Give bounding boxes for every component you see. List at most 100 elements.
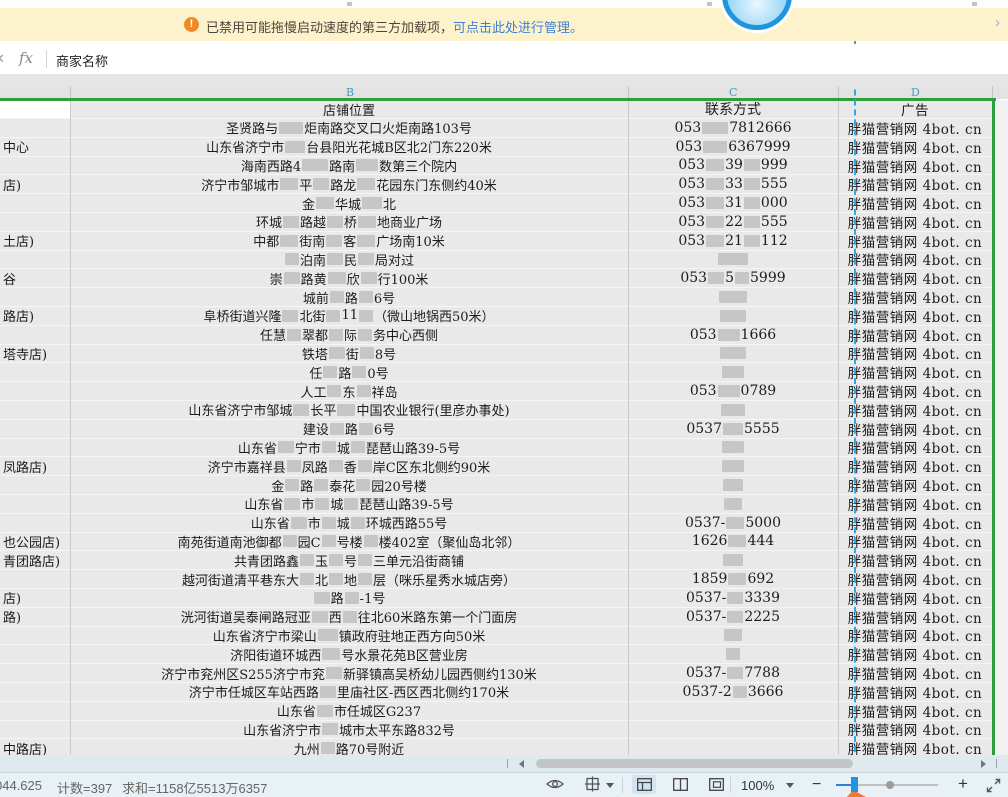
cell-ad[interactable]: 胖猫营销网 4bot. cn	[838, 175, 992, 193]
table-row[interactable]: 海南西路4路南数第三个院内05339999胖猫营销网 4bot. cn	[0, 157, 1008, 176]
cell-location[interactable]: 山东省济宁市邹城长平中国农业银行(里彦办事处)	[70, 401, 628, 419]
eye-icon[interactable]	[546, 776, 564, 795]
cell-ad[interactable]: 胖猫营销网 4bot. cn	[838, 251, 992, 269]
formula-bar[interactable]: ✕ fx 商家名称	[0, 44, 1008, 75]
table-row[interactable]: 山东省济宁市梁山镇政府驻地正西方向50米胖猫营销网 4bot. cn	[0, 627, 1008, 646]
cell-ad[interactable]: 胖猫营销网 4bot. cn	[838, 457, 992, 475]
cell-ad[interactable]: 胖猫营销网 4bot. cn	[838, 269, 992, 287]
chevron-down-icon[interactable]	[606, 783, 614, 788]
cell-ad[interactable]: 胖猫营销网 4bot. cn	[838, 345, 992, 363]
cell-contact[interactable]: 05321112	[628, 232, 838, 250]
cell-contact[interactable]: 0536367999	[628, 138, 838, 156]
cell-location[interactable]: 城前路6号	[70, 288, 628, 306]
table-row[interactable]: 中路店)九州路70号附近胖猫营销网 4bot. cn	[0, 739, 1008, 755]
scroll-left-arrow[interactable]	[519, 760, 524, 768]
cell-location[interactable]: 海南西路4路南数第三个院内	[70, 157, 628, 175]
cell-contact[interactable]	[628, 345, 838, 363]
cell-merchant-tail[interactable]	[0, 570, 70, 588]
table-row[interactable]: 城前路6号胖猫营销网 4bot. cn	[0, 288, 1008, 307]
table-row[interactable]: 金路泰花园20号楼 胖猫营销网 4bot. cn	[0, 476, 1008, 495]
cell-contact[interactable]: 05339999	[628, 157, 838, 175]
cell-merchant-tail[interactable]	[0, 476, 70, 494]
table-row[interactable]: 青团路店)共青团路鑫玉号三单元沿街商铺胖猫营销网 4bot. cn	[0, 551, 1008, 570]
cell-merchant-tail[interactable]: 店)	[0, 589, 70, 607]
cell-contact[interactable]: 1626444	[628, 533, 838, 551]
cell-location[interactable]: 人工东祥岛	[70, 382, 628, 400]
cell-contact[interactable]: 0537812666	[628, 119, 838, 137]
cell-merchant-tail[interactable]	[0, 514, 70, 532]
cell-merchant-tail[interactable]	[0, 683, 70, 701]
scroll-right-arrow[interactable]	[981, 760, 986, 768]
cell-contact[interactable]: 0537-2225	[628, 608, 838, 626]
cell-merchant-tail[interactable]: 塔寺店)	[0, 345, 70, 363]
table-row[interactable]: 路店)阜桥街道兴隆北街11（微山地锅西50米）胖猫营销网 4bot. cn	[0, 307, 1008, 326]
zoom-out-button[interactable]: −	[812, 776, 821, 794]
cell-contact-header[interactable]: 联系方式	[628, 100, 838, 118]
table-row[interactable]: 也公园店)南苑街道南池御都园C号楼楼402室（聚仙岛北邻）1626444胖猫营销…	[0, 533, 1008, 552]
spreadsheet-grid[interactable]: 店铺位置联系方式广告圣贤路与炬南路交叉口火炬南路103号0537812666胖猫…	[0, 100, 1008, 755]
cell-location[interactable]: 铁塔街8号	[70, 345, 628, 363]
page-break-view-button[interactable]	[704, 775, 728, 794]
table-row[interactable]: 泊南民局对过 胖猫营销网 4bot. cn	[0, 251, 1008, 270]
cell-merchant-tail[interactable]	[0, 251, 70, 269]
cell-ad[interactable]: 胖猫营销网 4bot. cn	[838, 157, 992, 175]
cell-location[interactable]: 山东省济宁市城市太平东路832号	[70, 721, 628, 739]
chevron-right-icon[interactable]: ›	[995, 14, 1000, 31]
cell-contact[interactable]: 05322555	[628, 213, 838, 231]
cell-merchant-tail[interactable]	[0, 401, 70, 419]
cell-merchant-tail[interactable]	[0, 119, 70, 137]
cell-merchant-tail[interactable]	[0, 157, 70, 175]
cell-contact[interactable]: 05331000	[628, 194, 838, 212]
cell-contact[interactable]: 05355999	[628, 269, 838, 287]
cell-location[interactable]: 山东省济宁市梁山镇政府驻地正西方向50米	[70, 627, 628, 645]
cancel-icon[interactable]: ✕	[0, 51, 5, 67]
cell-merchant-tail[interactable]	[0, 420, 70, 438]
cell-location[interactable]: 济阳街道环城西号水景花苑B区营业房	[70, 645, 628, 663]
cell-merchant-tail[interactable]: 路店)	[0, 307, 70, 325]
cell-contact[interactable]	[628, 401, 838, 419]
table-row[interactable]: 山东省济宁市城市太平东路832号胖猫营销网 4bot. cn	[0, 721, 1008, 740]
cell-location-header[interactable]: 店铺位置	[70, 100, 628, 118]
table-row[interactable]: 山东省宁市城琵琶山路39-5号胖猫营销网 4bot. cn	[0, 439, 1008, 458]
normal-view-button[interactable]	[632, 775, 656, 794]
table-row[interactable]: 店)路-1号0537-3339胖猫营销网 4bot. cn	[0, 589, 1008, 608]
cell-contact[interactable]: 0537-3339	[628, 589, 838, 607]
cell-contact[interactable]	[628, 721, 838, 739]
cell-merchant-tail[interactable]	[0, 288, 70, 306]
cell-location[interactable]: 南苑街道南池御都园C号楼楼402室（聚仙岛北邻）	[70, 533, 628, 551]
table-row[interactable]: 环城路越桥地商业广场05322555胖猫营销网 4bot. cn	[0, 213, 1008, 232]
zoom-in-button[interactable]: +	[958, 774, 968, 794]
cell-location[interactable]: 济宁市邹城市平路龙花园东门东侧约40米	[70, 175, 628, 193]
manage-addins-link[interactable]: 可点击此处进行管理。	[453, 20, 583, 35]
table-row[interactable]: 路)洸河街道吴泰闸路冠亚西往北60米路东第一个门面房0537-2225胖猫营销网…	[0, 608, 1008, 627]
zoom-slider-handle[interactable]	[851, 777, 858, 792]
cell-contact[interactable]: 0537-5000	[628, 514, 838, 532]
formula-input-value[interactable]: 商家名称	[56, 51, 108, 70]
cell-location[interactable]: 泊南民局对过	[70, 251, 628, 269]
cell-contact[interactable]: 05375555	[628, 420, 838, 438]
horizontal-scrollbar-strip[interactable]	[0, 755, 1008, 772]
cell-ad[interactable]: 胖猫营销网 4bot. cn	[838, 589, 992, 607]
table-row[interactable]: 山东省市任城区G237胖猫营销网 4bot. cn	[0, 702, 1008, 721]
cell-location[interactable]: 九州路70号附近	[70, 739, 628, 755]
table-row[interactable]: 土店)中都街南客广场南10米05321112胖猫营销网 4bot. cn	[0, 232, 1008, 251]
cell-contact[interactable]: 0537-23666	[628, 683, 838, 701]
cell-location[interactable]: 阜桥街道兴隆北街11（微山地锅西50米）	[70, 307, 628, 325]
cell-contact[interactable]: 0530789	[628, 382, 838, 400]
cell-merchant-tail[interactable]	[0, 382, 70, 400]
cell-ad[interactable]: 胖猫营销网 4bot. cn	[838, 533, 992, 551]
cell-location[interactable]: 任路0号	[70, 363, 628, 381]
cell-location[interactable]: 共青团路鑫玉号三单元沿街商铺	[70, 551, 628, 569]
cell-contact[interactable]	[628, 739, 838, 755]
cell-merchant-tail[interactable]	[0, 495, 70, 513]
cell-ad[interactable]: 胖猫营销网 4bot. cn	[838, 645, 992, 663]
table-row[interactable]: 任慧翠都际务中心西侧0531666胖猫营销网 4bot. cn	[0, 326, 1008, 345]
cell-ad-header[interactable]: 广告	[838, 100, 992, 118]
cell-location[interactable]: 建设路6号	[70, 420, 628, 438]
cell-location[interactable]: 山东省市任城区G237	[70, 702, 628, 720]
cell-location[interactable]: 金路泰花园20号楼	[70, 476, 628, 494]
cell-contact[interactable]	[628, 251, 838, 269]
zoom-level-label[interactable]: 100%	[741, 778, 774, 793]
cell-contact[interactable]: 0537-7788	[628, 664, 838, 682]
cell-ad[interactable]: 胖猫营销网 4bot. cn	[838, 476, 992, 494]
